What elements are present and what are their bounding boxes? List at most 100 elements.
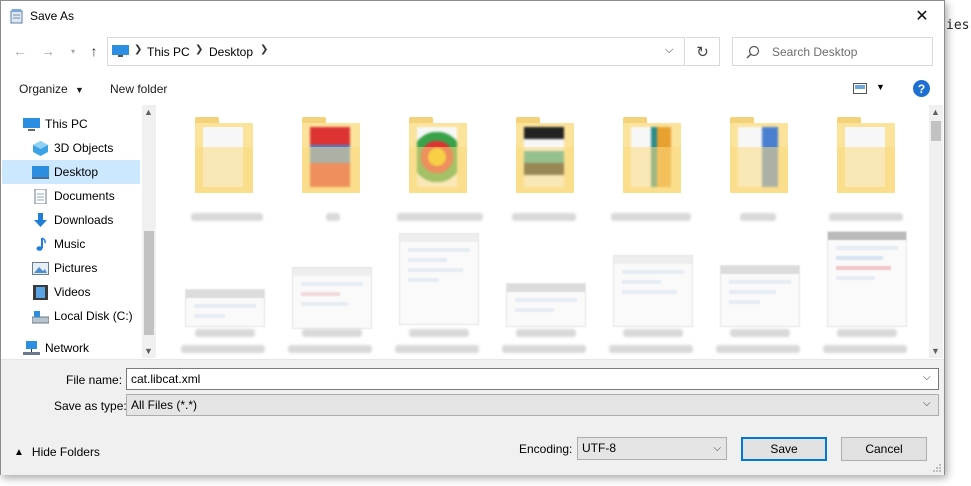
chevron-down-icon: ▾ (70, 46, 75, 56)
breadcrumb-separator-icon: ❯ (195, 44, 204, 55)
organize-button[interactable]: Organize ▼ (19, 82, 84, 96)
blurred-file-name (611, 213, 691, 221)
image-file-item[interactable] (815, 231, 915, 353)
folder-icon (623, 117, 681, 193)
title-bar[interactable]: Save As ✕ (1, 1, 944, 32)
image-file-item[interactable] (280, 231, 380, 353)
forward-button[interactable]: → (39, 41, 57, 61)
blurred-file-date (181, 345, 265, 353)
save-button[interactable]: Save (741, 437, 827, 461)
navigation-scrollbar[interactable]: ▲ ▼ (142, 105, 156, 358)
image-thumbnail (827, 231, 907, 327)
sidebar-item-3d-objects[interactable]: 3D Objects (2, 136, 140, 160)
window-title: Save As (30, 9, 75, 23)
sidebar-item-videos[interactable]: Videos (2, 280, 140, 304)
file-list[interactable] (161, 105, 928, 358)
encoding-label: Encoding: (519, 442, 573, 456)
up-button[interactable]: ↑ (85, 41, 103, 61)
refresh-button[interactable]: ↻ (686, 37, 720, 66)
folder-icon (195, 117, 253, 193)
hide-folders-button[interactable]: ▲ Hide Folders (14, 445, 100, 459)
scroll-down-icon[interactable]: ▼ (144, 346, 153, 356)
sidebar-item-documents[interactable]: Documents (2, 184, 140, 208)
image-file-item[interactable] (173, 231, 273, 353)
chevron-down-icon: ⌵ (713, 443, 721, 454)
blurred-file-name (195, 329, 255, 337)
recent-locations-button[interactable]: ▾ (64, 41, 82, 61)
save-as-type-label: Save as type: (54, 399, 127, 413)
cube-icon (33, 140, 48, 156)
download-icon (34, 212, 47, 227)
chevron-up-icon: ▲ (14, 446, 24, 458)
scroll-up-icon[interactable]: ▲ (931, 107, 940, 117)
back-button[interactable]: ← (11, 41, 29, 61)
blurred-file-name (623, 329, 683, 337)
breadcrumb-desktop[interactable]: Desktop (209, 45, 253, 59)
image-file-item[interactable] (387, 231, 487, 353)
search-input[interactable]: Search Desktop (732, 37, 933, 66)
image-file-item[interactable] (601, 231, 701, 353)
scrollbar-thumb[interactable] (931, 121, 941, 141)
pictures-icon (32, 261, 49, 275)
sidebar-item-music[interactable]: Music (2, 232, 140, 256)
sidebar-item-local-disk[interactable]: Local Disk (C:) (2, 304, 140, 328)
folder-icon (837, 117, 895, 193)
blurred-file-name (409, 329, 469, 337)
chevron-down-icon: ▼ (75, 85, 84, 95)
blurred-file-name (302, 329, 362, 337)
file-list-scrollbar[interactable]: ▲ ▼ (929, 105, 943, 358)
sidebar-item-this-pc[interactable]: This PC (2, 112, 140, 136)
folder-icon (302, 117, 360, 193)
chevron-down-icon[interactable]: ⌵ (665, 44, 673, 57)
change-view-button[interactable]: ▼ (851, 80, 891, 98)
blurred-file-name (730, 329, 790, 337)
close-button[interactable]: ✕ (900, 1, 944, 31)
save-as-type-select[interactable]: All Files (*.*) (126, 394, 939, 416)
blurred-file-date (395, 345, 479, 353)
blurred-file-name (516, 329, 576, 337)
refresh-icon: ↻ (696, 43, 709, 61)
sidebar-item-downloads[interactable]: Downloads (2, 208, 140, 232)
help-button[interactable]: ? (913, 80, 930, 97)
address-bar[interactable]: ❯ This PC ❯ Desktop ❯ ⌵ (107, 37, 685, 66)
folder-item[interactable] (173, 105, 273, 225)
resize-grip-icon[interactable] (932, 463, 942, 473)
folder-item[interactable] (815, 105, 915, 225)
scrollbar-thumb[interactable] (144, 231, 154, 335)
save-as-dialog: Save As ✕ ← → ▾ ↑ ❯ This PC ❯ Desktop ❯ … (0, 0, 945, 475)
folder-icon (730, 117, 788, 193)
file-name-input[interactable] (126, 368, 939, 390)
breadcrumb-this-pc[interactable]: This PC (147, 45, 190, 59)
sidebar-item-pictures[interactable]: Pictures (2, 256, 140, 280)
desktop-icon (32, 165, 49, 179)
folder-item[interactable] (280, 105, 380, 225)
blurred-file-date (288, 345, 372, 353)
scroll-up-icon[interactable]: ▲ (144, 107, 153, 117)
encoding-select[interactable]: UTF-8 ⌵ (577, 437, 727, 460)
sidebar-item-network[interactable]: Network (2, 336, 140, 358)
image-file-item[interactable] (494, 231, 594, 353)
folder-item[interactable] (708, 105, 808, 225)
image-thumbnail (720, 265, 800, 327)
sidebar-item-desktop[interactable]: Desktop (2, 160, 140, 184)
image-thumbnail (506, 283, 586, 327)
image-file-item[interactable] (708, 231, 808, 353)
folder-item[interactable] (601, 105, 701, 225)
new-folder-button[interactable]: New folder (110, 82, 167, 96)
folder-item[interactable] (494, 105, 594, 225)
notepad-icon (10, 9, 23, 24)
hide-folders-label: Hide Folders (31, 445, 100, 459)
folder-item[interactable] (387, 105, 487, 225)
image-thumbnail (613, 255, 693, 327)
music-icon (36, 236, 46, 251)
cancel-button[interactable]: Cancel (841, 437, 927, 461)
chevron-down-icon[interactable]: ⌵ (923, 398, 931, 409)
chevron-down-icon[interactable]: ⌵ (923, 372, 931, 383)
scroll-down-icon[interactable]: ▼ (931, 346, 940, 356)
folder-icon (409, 117, 467, 193)
folder-icon (516, 117, 574, 193)
background-terminal-text: ies. (946, 18, 971, 33)
blurred-file-name (397, 213, 483, 221)
blurred-file-name (512, 213, 576, 221)
navigation-pane[interactable]: This PC 3D Objects Desktop Documents Dow… (2, 105, 156, 358)
